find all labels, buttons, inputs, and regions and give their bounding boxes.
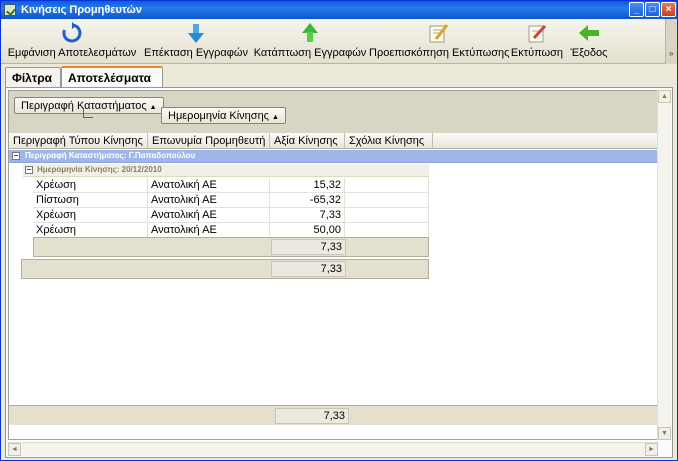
group-date-button[interactable]: Ημερομηνία Κίνησης ▲ [161,107,286,124]
exit-arrow-icon [579,25,599,41]
arrow-up-icon [302,23,318,42]
results-panel: Περιγραφή Καταστήματος ▲ Ημερομηνία Κίνησ… [5,87,673,458]
cell-comment [345,178,429,193]
overflow-chevron-icon: » [669,49,674,58]
print-preview-icon [429,24,449,43]
print-preview-label: Προεπισκόπηση Εκτύπωσης [369,47,510,59]
column-header-type[interactable]: Περιγραφή Τύπου Κίνησης [9,133,148,149]
sort-asc-icon: ▲ [149,104,157,111]
collapse-toggle-icon[interactable]: − [25,166,33,174]
group-row-store-label: Περιγραφή Καταστήματος: Γ.Παπαδοπούλου [25,151,196,160]
print-icon [528,24,547,43]
cell-supplier: Ανατολική ΑΕ [148,223,270,238]
cell-type: Χρέωση [33,223,148,238]
print-button[interactable]: Εκτύπωση [509,22,565,62]
sort-asc-icon: ▲ [271,114,279,121]
date-group-summary: 7,33 [33,237,429,257]
store-group-summary: 7,33 [21,259,429,279]
table-row[interactable]: Χρέωση Ανατολική ΑΕ 15,32 [33,178,429,193]
print-label: Εκτύπωση [510,47,564,59]
group-row-store[interactable]: − Περιγραφή Καταστήματος: Γ.Παπαδοπούλου [9,150,657,163]
exit-button[interactable]: Έξοδος [567,22,611,62]
cell-supplier: Ανατολική ΑΕ [148,208,270,223]
expand-records-label: Επέκταση Εγγραφών [143,47,249,59]
cell-comment [345,223,429,238]
group-row-date-label: Ημερομηνία Κίνησης: 20/12/2010 [37,165,162,174]
close-button[interactable]: × [661,2,676,17]
grid-footer: 7,33 [9,405,657,425]
collapse-records-label: Κατάπτωση Εγγραφών [253,47,367,59]
maximize-button[interactable]: □ [645,2,660,17]
scroll-left-button[interactable]: ◄ [8,443,21,456]
minimize-button[interactable]: _ [629,2,644,17]
expand-records-button[interactable]: Επέκταση Εγγραφών [141,22,251,62]
cell-value: -65,32 [270,193,345,208]
group-date-label: Ημερομηνία Κίνησης [168,110,269,122]
store-group-total: 7,33 [271,261,346,277]
date-group-total: 7,33 [271,239,346,255]
cell-value: 15,32 [270,178,345,193]
collapse-toggle-icon[interactable]: − [12,152,20,160]
group-connector [83,109,93,118]
table-row[interactable]: Πίστωση Ανατολική ΑΕ -65,32 [33,193,429,208]
app-icon [4,4,16,16]
cell-type: Χρέωση [33,178,148,193]
horizontal-scrollbar[interactable]: ◄ ► [8,442,658,456]
cell-comment [345,193,429,208]
scroll-right-button[interactable]: ► [645,443,658,456]
collapse-records-button[interactable]: Κατάπτωση Εγγραφών [253,22,367,62]
tab-filters[interactable]: Φίλτρα [5,67,61,88]
toolbar: Εμφάνιση Αποτελεσμάτων Επέκταση Εγγραφών… [1,19,677,64]
scroll-up-button[interactable]: ▲ [658,90,671,103]
scroll-down-button[interactable]: ▼ [658,427,671,440]
arrow-down-icon [188,24,204,43]
tab-results[interactable]: Αποτελέσματα [61,66,163,89]
column-header-value[interactable]: Αξία Κίνησης [270,133,345,149]
vertical-scrollbar[interactable]: ▲ ▼ [657,90,671,440]
print-preview-button[interactable]: Προεπισκόπηση Εκτύπωσης [369,22,510,62]
results-grid: Περιγραφή Καταστήματος ▲ Ημερομηνία Κίνησ… [8,90,658,440]
column-header-supplier[interactable]: Επωνυμία Προμηθευτή [148,133,270,149]
group-by-panel: Περιγραφή Καταστήματος ▲ Ημερομηνία Κίνησ… [9,91,657,133]
cell-value: 7,33 [270,208,345,223]
window: Κινήσεις Προμηθευτών _ □ × Εμφάνιση Αποτ… [0,0,678,461]
refresh-icon [62,22,82,43]
cell-comment [345,208,429,223]
table-row[interactable]: Χρέωση Ανατολική ΑΕ 7,33 [33,208,429,223]
grand-total: 7,33 [275,408,349,424]
cell-type: Χρέωση [33,208,148,223]
window-title: Κινήσεις Προμηθευτών [21,4,142,16]
cell-supplier: Ανατολική ΑΕ [148,193,270,208]
toolbar-overflow-button[interactable]: » [665,19,677,64]
exit-label: Έξοδος [570,47,608,59]
show-results-label: Εμφάνιση Αποτελεσμάτων [7,47,137,59]
title-bar: Κινήσεις Προμηθευτών _ □ × [1,1,677,19]
cell-value: 50,00 [270,223,345,238]
cell-type: Πίστωση [33,193,148,208]
show-results-button[interactable]: Εμφάνιση Αποτελεσμάτων [7,22,137,62]
group-row-date[interactable]: − Ημερομηνία Κίνησης: 20/12/2010 [23,164,429,177]
table-row[interactable]: Χρέωση Ανατολική ΑΕ 50,00 [33,223,429,238]
column-header-comment[interactable]: Σχόλια Κίνησης [345,133,433,149]
cell-supplier: Ανατολική ΑΕ [148,178,270,193]
column-headers: Περιγραφή Τύπου Κίνησης Επωνυμία Προμηθε… [9,133,657,149]
